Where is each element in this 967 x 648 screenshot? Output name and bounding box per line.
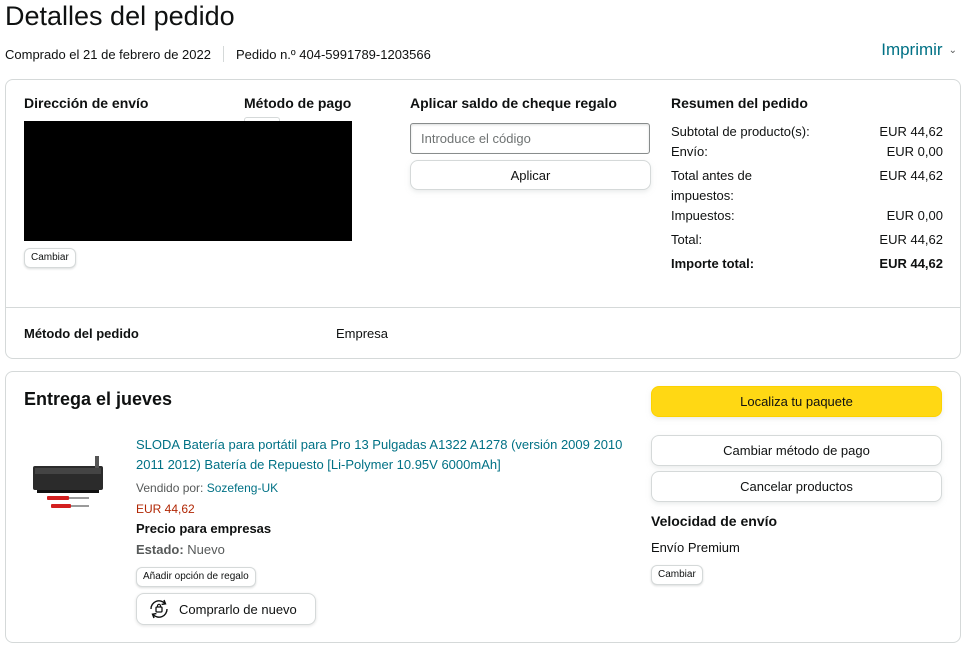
order-summary: Subtotal de producto(s): EUR 44,62 Envío… (671, 122, 943, 278)
order-number: Pedido n.º 404-5991789-1203566 (235, 46, 431, 62)
cancel-items-button[interactable]: Cancelar productos (651, 471, 942, 502)
redacted-address-block (24, 121, 352, 241)
sold-by-label: Vendido por: (136, 481, 204, 495)
summary-row-grand-total: Importe total: EUR 44,62 (671, 254, 943, 274)
order-method-value: Empresa (336, 326, 389, 341)
subtotal-label: Subtotal de producto(s): (671, 124, 810, 139)
delivery-box: Entrega el jueves SLODA Batería para por… (5, 371, 961, 643)
change-payment-method-button[interactable]: Cambiar método de pago (651, 435, 942, 466)
product-image[interactable] (31, 452, 111, 522)
section-divider (6, 307, 960, 308)
total-value: EUR 44,62 (879, 232, 943, 247)
order-method-label: Método del pedido (24, 326, 139, 341)
tax-label: Impuestos: (671, 208, 735, 223)
shipping-speed-value: Envío Premium (651, 540, 740, 555)
shipping-address-title: Dirección de envío (24, 95, 149, 111)
purchase-date: Comprado el 21 de febrero de 2022 (5, 46, 211, 62)
print-dropdown[interactable]: Imprimir ⌄ (881, 40, 957, 60)
apply-gift-card-button[interactable]: Aplicar (410, 160, 651, 190)
order-meta: Comprado el 21 de febrero de 2022 Pedido… (5, 46, 431, 62)
shipping-label: Envío: (671, 144, 708, 159)
summary-row-tax: Impuestos: EUR 0,00 (671, 206, 943, 226)
battery-image-icon (33, 456, 103, 508)
sold-by: Vendido por: Sozefeng-UK (136, 481, 278, 495)
summary-row-shipping: Envío: EUR 0,00 (671, 142, 943, 162)
track-package-button[interactable]: Localiza tu paquete (651, 386, 942, 417)
chevron-down-icon: ⌄ (948, 44, 957, 56)
buy-again-button[interactable]: Comprarlo de nuevo (136, 593, 316, 625)
summary-row-pretax: Total antes de impuestos: EUR 44,62 (671, 166, 943, 206)
summary-row-subtotal: Subtotal de producto(s): EUR 44,62 (671, 122, 943, 142)
gift-card-title: Aplicar saldo de cheque regalo (410, 95, 617, 111)
delivery-title: Entrega el jueves (24, 389, 173, 409)
subtotal-value: EUR 44,62 (879, 124, 943, 139)
change-shipping-speed-button[interactable]: Cambiar (651, 565, 703, 585)
buy-again-icon (150, 599, 168, 619)
product-condition: Estado: Nuevo (136, 542, 225, 557)
total-label: Total: (671, 232, 703, 247)
product-price: EUR 44,62 (136, 502, 195, 516)
print-label: Imprimir (881, 40, 943, 59)
order-summary-box: Dirección de envío Método de pago Aplica… (5, 79, 961, 359)
grand-total-label: Importe total: (671, 256, 755, 271)
business-price-label: Precio para empresas (136, 521, 272, 536)
shipping-value: EUR 0,00 (886, 144, 943, 159)
condition-label: Estado: (136, 542, 184, 557)
page-title: Detalles del pedido (5, 1, 235, 31)
pretax-label: Total antes de impuestos: (671, 168, 752, 203)
gift-card-code-input[interactable] (410, 123, 650, 154)
summary-title: Resumen del pedido (671, 95, 808, 111)
payment-method-title: Método de pago (244, 95, 352, 111)
add-gift-option-button[interactable]: Añadir opción de regalo (136, 567, 256, 587)
pretax-value: EUR 44,62 (879, 168, 943, 183)
shipping-speed-title: Velocidad de envío (651, 513, 778, 529)
seller-link[interactable]: Sozefeng-UK (207, 481, 278, 495)
buy-again-label: Comprarlo de nuevo (179, 601, 297, 617)
summary-row-total: Total: EUR 44,62 (671, 230, 943, 250)
grand-total-value: EUR 44,62 (879, 256, 943, 271)
product-title-link[interactable]: SLODA Batería para portátil para Pro 13 … (136, 435, 626, 475)
meta-divider (222, 46, 224, 62)
change-address-button[interactable]: Cambiar (24, 248, 76, 268)
condition-value: Nuevo (187, 542, 225, 557)
tax-value: EUR 0,00 (886, 208, 943, 223)
